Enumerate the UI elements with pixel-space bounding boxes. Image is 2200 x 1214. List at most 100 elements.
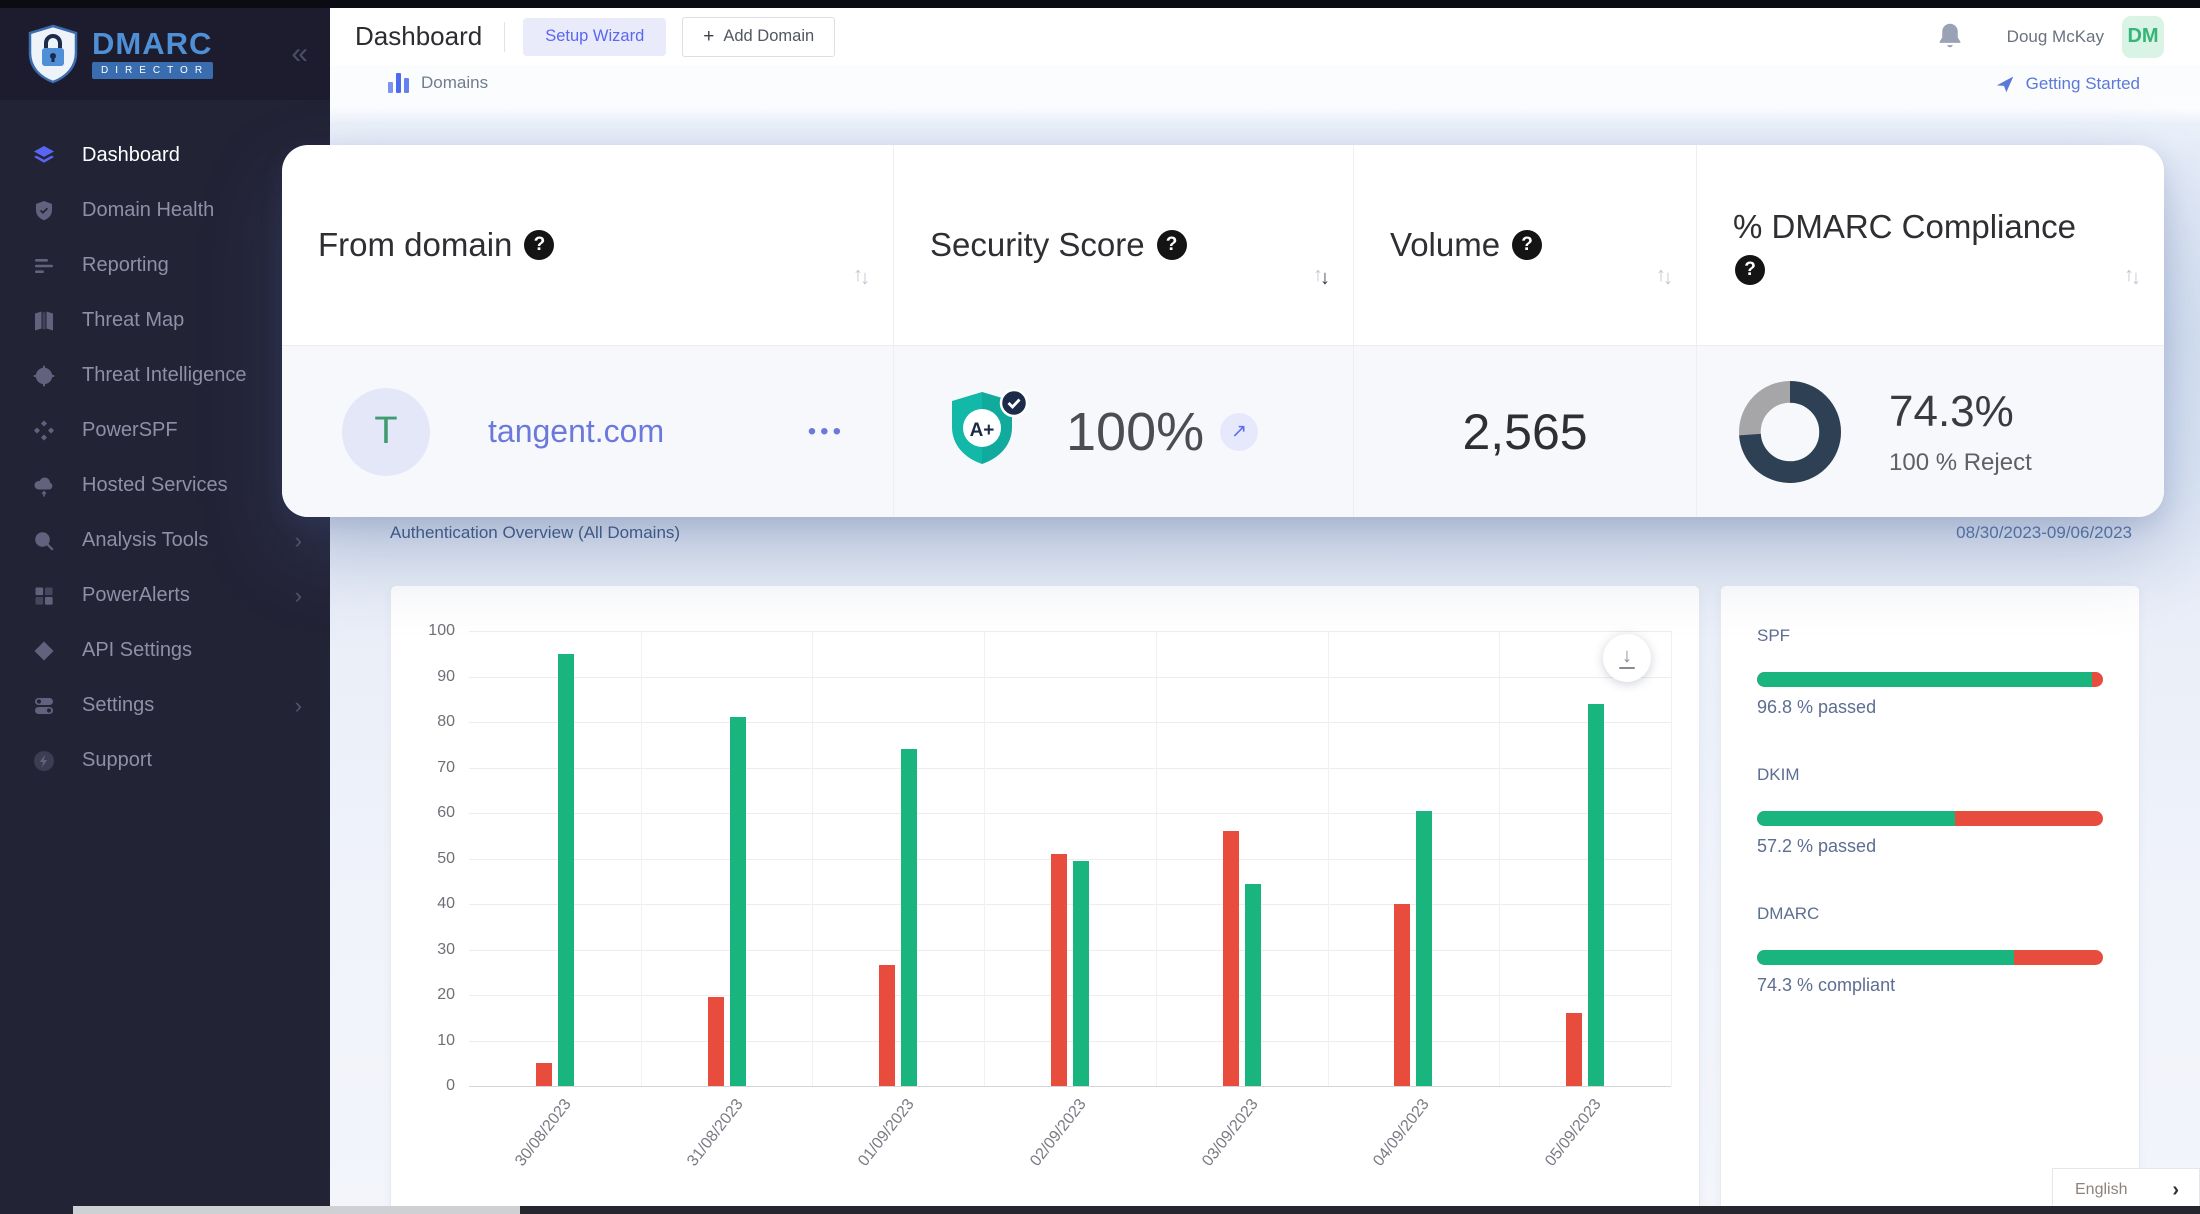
horizontal-scrollbar[interactable] [73,1206,2200,1214]
cell-dmarc-compliance: 74.3% 100 % Reject [1697,379,2164,485]
header-volume: Volume ? ↑↓ [1354,145,1696,345]
gridline: 90 [469,677,1671,678]
language-label: English [2075,1181,2127,1199]
y-axis-tick-label: 100 [428,622,455,640]
help-icon[interactable]: ? [1157,230,1187,260]
header-security-score: Security Score ? ↑↓ [894,145,1353,345]
y-axis-tick-label: 30 [437,941,455,959]
sidebar-item-api-settings[interactable]: API Settings [0,623,330,678]
sidebar-item-powerspf[interactable]: PowerSPF [0,403,330,458]
grid-icon [32,584,56,608]
bar-invalid [708,997,724,1086]
gridline: 60 [469,813,1671,814]
help-icon[interactable]: ? [1512,230,1542,260]
sidebar-item-hosted-services[interactable]: Hosted Services [0,458,330,513]
sidebar-item-support[interactable]: Support [0,733,330,788]
toggles-icon [32,694,56,718]
sidebar-item-label: Threat Intelligence [82,364,247,387]
row-menu-icon[interactable]: ••• [808,418,845,446]
table-row: A+ 100% ↗ [894,345,1353,517]
gridline: 100 [469,631,1671,632]
sidebar-item-poweralerts[interactable]: PowerAlerts› [0,568,330,623]
table-row: 74.3% 100 % Reject [1697,345,2164,517]
domain-link[interactable]: tangent.com [488,413,664,450]
volume-value: 2,565 [1354,403,1696,461]
sidebar-item-analysis-tools[interactable]: Analysis Tools› [0,513,330,568]
add-domain-button[interactable]: +Add Domain [682,17,835,57]
compliance-donut-chart [1737,379,1843,485]
sidebar-nav: Dashboard Domain Health Reporting Threat Ma… [0,100,330,788]
header-label: % DMARC Compliance [1733,205,2106,250]
sidebar-collapse-icon[interactable]: « [291,39,308,69]
domains-label: Domains [421,73,488,93]
sidebar-item-label: Dashboard [82,144,180,167]
spf-icon [32,419,56,443]
gridline-vertical [1671,631,1672,1086]
column-dmarc-compliance: % DMARC Compliance ? ↑↓ 74.3% [1697,145,2164,517]
sidebar-item-label: Reporting [82,254,169,277]
chart-plot: 010203040506070809010030/08/202331/08/20… [469,631,1671,1086]
sidebar-item-domain-health[interactable]: Domain Health [0,183,330,238]
add-domain-label: Add Domain [723,27,814,46]
x-axis-tick-label: 04/09/2023 [1371,1096,1434,1170]
table-row: T tangent.com ••• [282,345,893,517]
section-header: Authentication Overview (All Domains) 08… [330,520,2200,543]
security-grade-shield-icon: A+ [944,386,1040,478]
sidebar-item-threat-map[interactable]: Threat Map [0,293,330,348]
help-icon[interactable]: ? [524,230,554,260]
header-dmarc-compliance: % DMARC Compliance ? ↑↓ [1697,145,2164,345]
bar-invalid [1051,854,1067,1086]
auth-metrics-card: SPF96.8 % passedDKIM57.2 % passedDMARC74… [1720,585,2140,1214]
header-label: From domain [318,223,512,268]
trend-arrow-button[interactable]: ↗ [1220,413,1258,451]
gridline: 20 [469,995,1671,996]
sidebar-item-reporting[interactable]: Reporting [0,238,330,293]
sort-icon[interactable]: ↑↓ [853,264,867,287]
gridline-vertical [984,631,985,1086]
bar-chart-icon [388,73,409,93]
user-name[interactable]: Doug McKay [2007,27,2104,47]
gridline-vertical [1499,631,1500,1086]
sort-icon[interactable]: ↑↓ [1656,264,1670,287]
sidebar-item-settings[interactable]: Settings› [0,678,330,733]
sort-icon[interactable]: ↑↓ [1313,264,1327,287]
x-axis-tick-label: 05/09/2023 [1542,1096,1605,1170]
metric-progress-fill [1757,672,2092,687]
metric-label: DKIM [1757,765,2103,785]
sidebar-item-label: Hosted Services [82,474,228,497]
compliance-policy: 100 % Reject [1889,449,2032,477]
bar-invalid [1223,831,1239,1086]
domain-table: From domain ? ↑↓ T tangent.com ••• Secur… [282,145,2164,517]
bar-invalid [1566,1013,1582,1086]
topbar: Dashboard Setup Wizard +Add Domain Doug … [330,8,2200,65]
gridline-vertical [1156,631,1157,1086]
sort-icon[interactable]: ↑↓ [2124,264,2138,287]
y-axis-tick-label: 40 [437,895,455,913]
column-from-domain: From domain ? ↑↓ T tangent.com ••• [282,145,894,517]
notifications-bell-icon[interactable] [1935,21,1965,53]
gridline: 30 [469,950,1671,951]
y-axis-tick-label: 80 [437,713,455,731]
bar-compliant [1245,884,1261,1086]
cloud-icon [32,474,56,498]
map-icon [32,309,56,333]
chart-download-button[interactable]: ↓ [1603,634,1651,682]
chevron-right-icon: › [295,583,302,609]
metric-progress-fill [1757,950,2014,965]
security-score-value: 100% [1066,401,1204,463]
help-icon[interactable]: ? [1735,255,1765,285]
column-volume: Volume ? ↑↓ 2,565 [1354,145,1697,517]
sidebar-item-threat-intelligence[interactable]: Threat Intelligence [0,348,330,403]
metric-text: 74.3 % compliant [1757,975,2103,996]
page-title: Dashboard [355,21,482,52]
x-axis-tick-label: 02/09/2023 [1027,1096,1090,1170]
user-avatar[interactable]: DM [2122,16,2164,58]
setup-wizard-button[interactable]: Setup Wizard [523,18,666,56]
horizontal-scrollbar-thumb[interactable] [520,1206,2200,1214]
bar-invalid [1394,904,1410,1086]
search-icon [32,529,56,553]
metric-progress-bar [1757,672,2103,687]
sidebar-item-dashboard[interactable]: Dashboard [0,128,330,183]
gridline: 40 [469,904,1671,905]
domains-panel-link[interactable]: Domains [388,73,488,93]
